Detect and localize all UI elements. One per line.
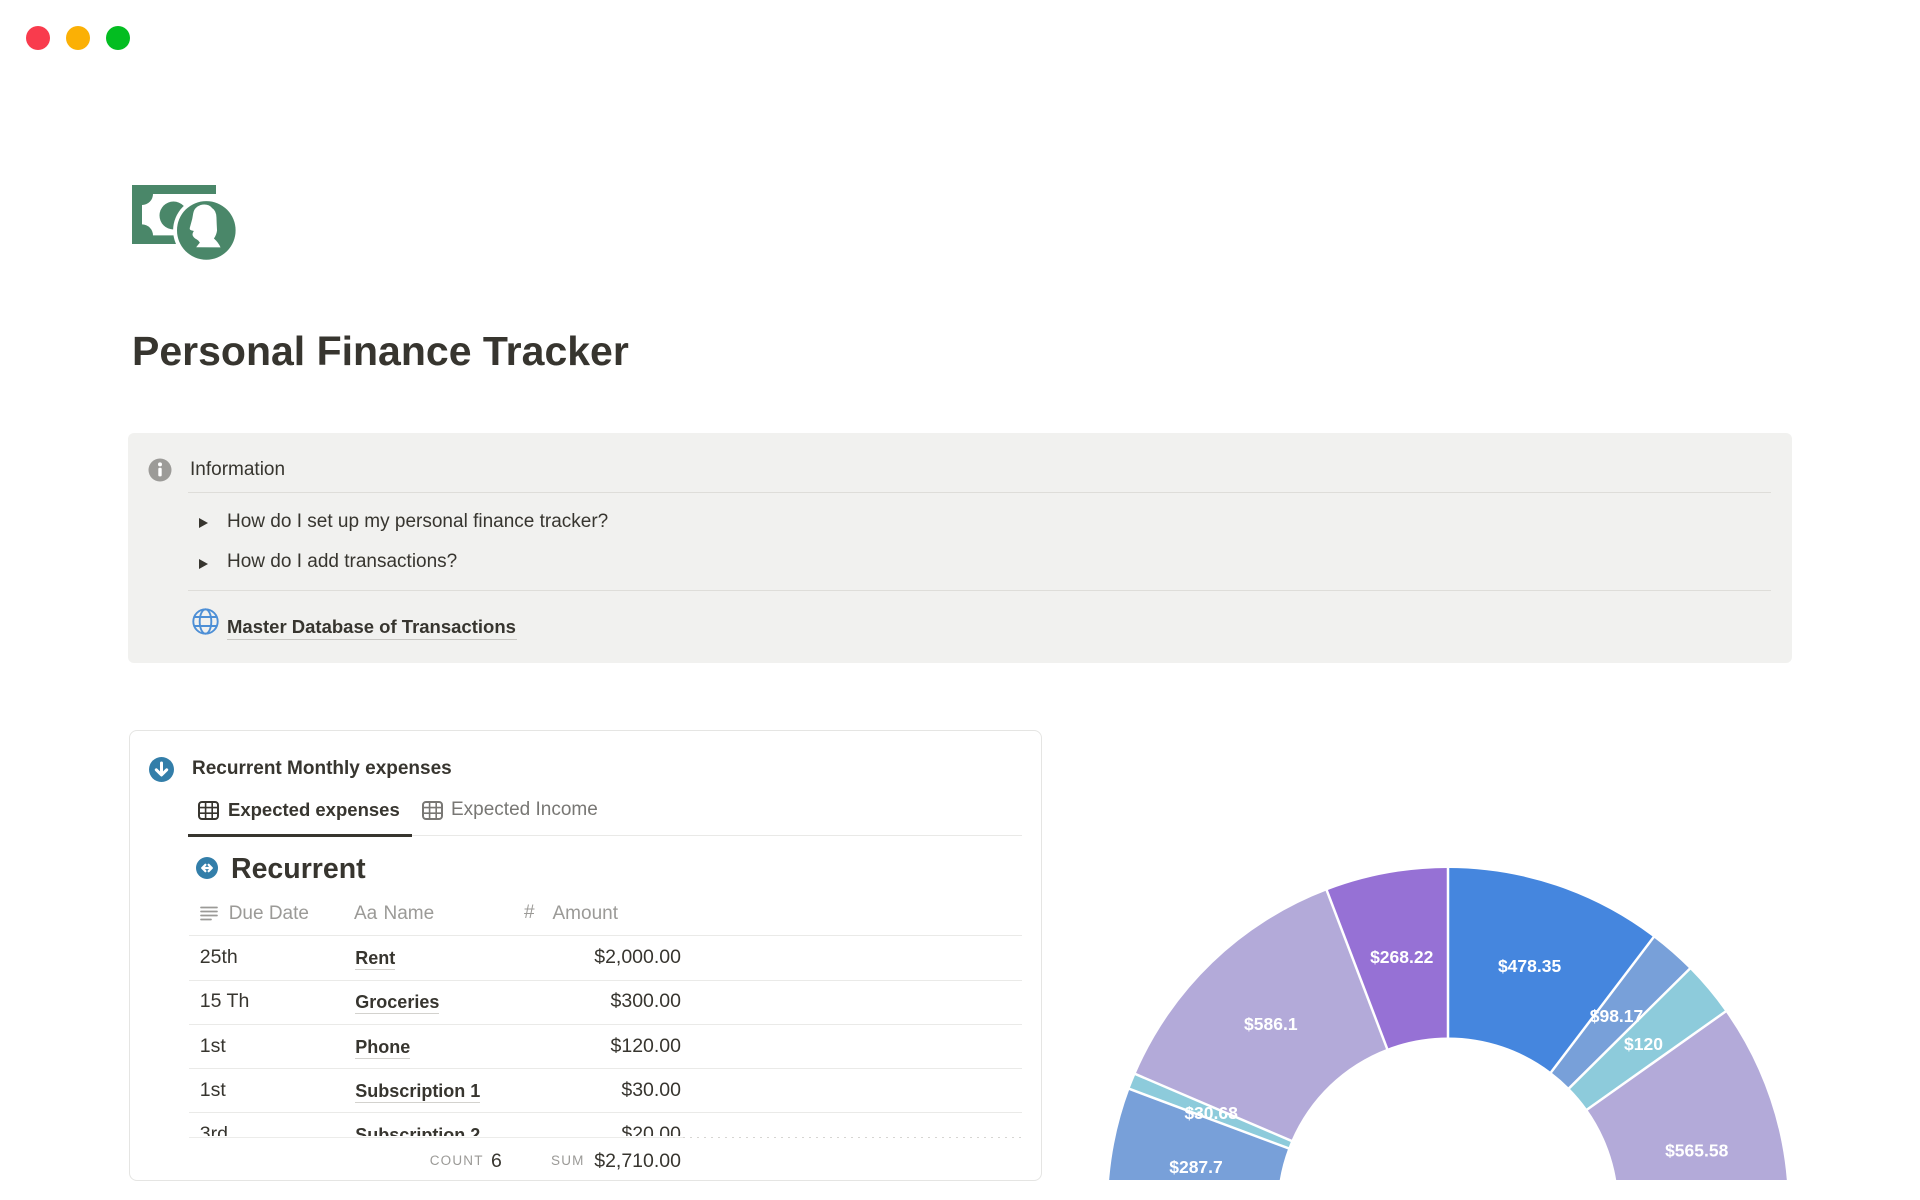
svg-text:$565.58: $565.58: [1665, 1140, 1729, 1160]
svg-text:$478.35: $478.35: [1498, 956, 1562, 976]
svg-text:$30.68: $30.68: [1184, 1103, 1238, 1123]
svg-text:$98.17: $98.17: [1590, 1006, 1644, 1026]
svg-text:$586.1: $586.1: [1244, 1014, 1298, 1034]
svg-text:$287.7: $287.7: [1169, 1157, 1223, 1177]
svg-text:$268.22: $268.22: [1370, 947, 1434, 967]
svg-text:$120: $120: [1624, 1034, 1663, 1054]
